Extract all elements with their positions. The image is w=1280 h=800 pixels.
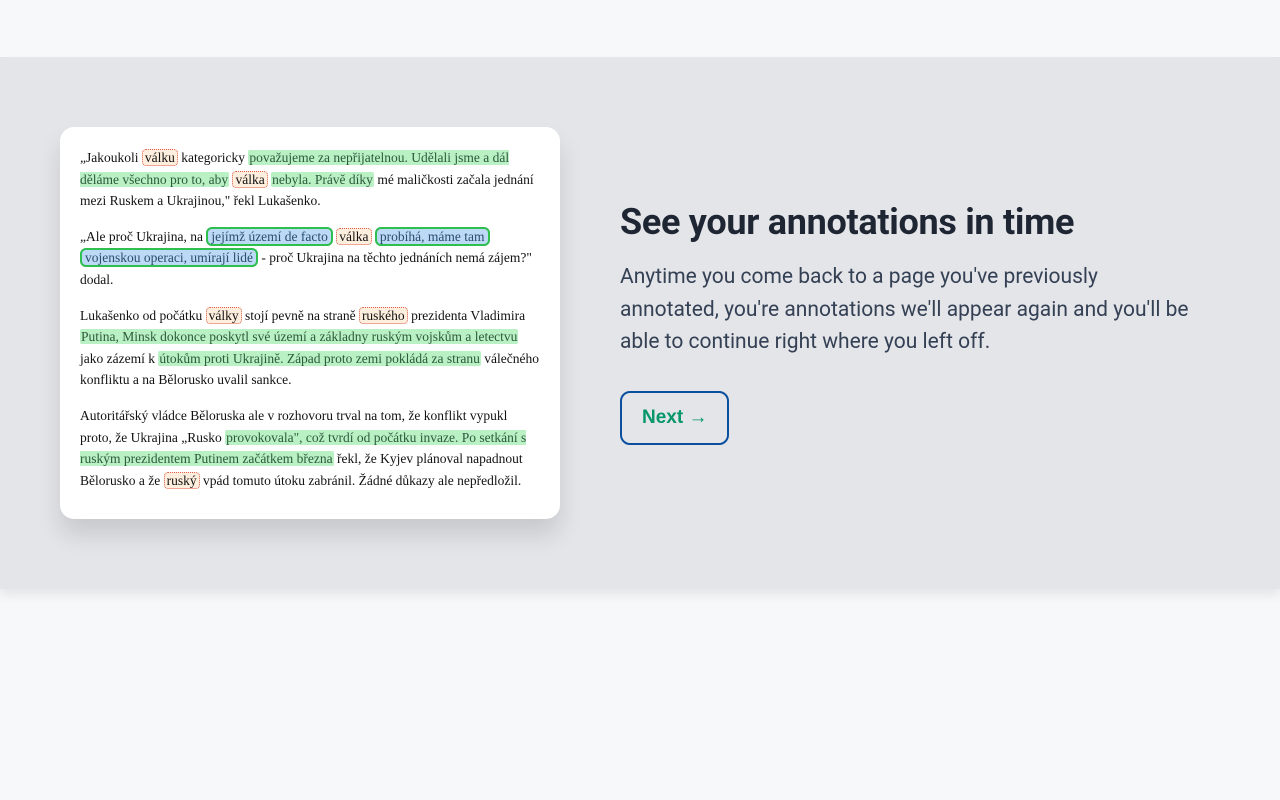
annotated-article-card: „Jakoukoli válku kategoricky považujeme …: [60, 127, 560, 519]
article-paragraph: Lukašenko od počátku války stojí pevně n…: [80, 305, 540, 391]
annotation-box-red[interactable]: válka: [336, 228, 371, 245]
article-text: prezidenta Vladimira: [408, 308, 525, 323]
article-paragraph: „Ale proč Ukrajina, na jejímž území de f…: [80, 226, 540, 291]
annotation-box-red[interactable]: válka: [232, 171, 267, 188]
article-text: Lukašenko od počátku: [80, 308, 206, 323]
article-text: „Ale proč Ukrajina, na: [80, 229, 206, 244]
article-paragraph: „Jakoukoli válku kategoricky považujeme …: [80, 147, 540, 212]
annotation-highlight-green[interactable]: Putina, Minsk dokonce poskytl své území …: [80, 329, 518, 344]
annotation-box-red[interactable]: války: [206, 307, 242, 324]
article-text: jako zázemí k: [80, 351, 158, 366]
next-button[interactable]: Next →: [620, 391, 729, 445]
annotation-box-red[interactable]: ruský: [164, 472, 200, 489]
hero-section: „Jakoukoli válku kategoricky považujeme …: [0, 57, 1280, 589]
annotation-highlight-green[interactable]: nebyla. Právě díky: [271, 172, 374, 187]
article-text: stojí pevně na straně: [242, 308, 359, 323]
article-text: vpád tomuto útoku zabránil. Žádné důkazy…: [200, 473, 522, 488]
hero-subtext: Anytime you come back to a page you've p…: [620, 261, 1200, 359]
article-text: kategoricky: [178, 150, 248, 165]
hero-headline: See your annotations in time: [620, 201, 1200, 243]
annotation-box-red[interactable]: ruského: [359, 307, 408, 324]
hero-copy: See your annotations in time Anytime you…: [620, 201, 1220, 445]
next-button-label: Next →: [642, 407, 707, 428]
annotation-highlight-green[interactable]: útokům proti Ukrajině. Západ proto zemi …: [158, 351, 481, 366]
article-paragraph: Autoritářský vládce Běloruska ale v rozh…: [80, 405, 540, 491]
article-text: „Jakoukoli: [80, 150, 142, 165]
annotation-highlight-blue[interactable]: jejímž území de facto: [206, 227, 333, 246]
annotation-box-red[interactable]: válku: [142, 149, 178, 166]
